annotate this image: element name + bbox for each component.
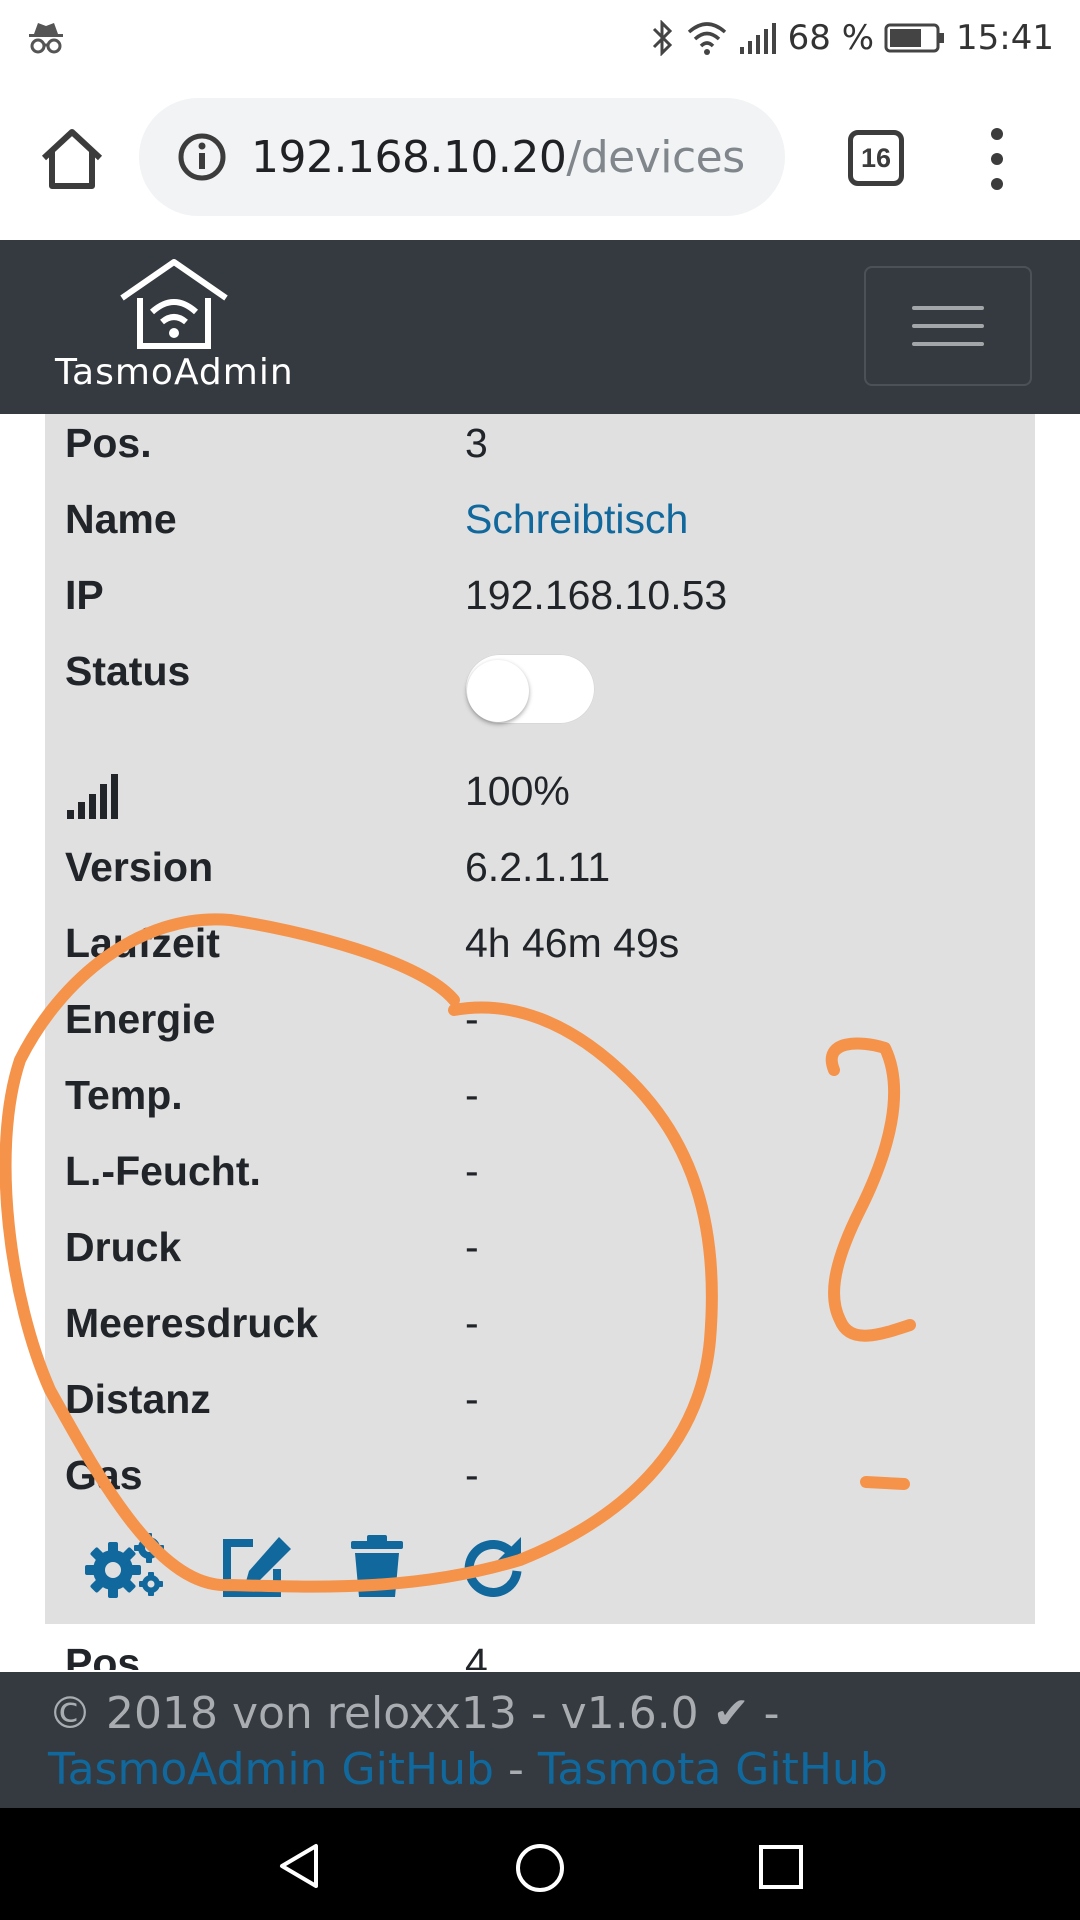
recent-apps-icon[interactable] [758, 1844, 804, 1890]
label-version: Version [65, 844, 214, 890]
row-uptime: Laufzeit 4h 46m 49s [65, 920, 1015, 980]
browser-menu-icon[interactable] [982, 128, 1012, 190]
back-icon[interactable] [276, 1842, 324, 1890]
wifi-icon [687, 22, 726, 55]
value-distance: - [465, 1376, 479, 1422]
value-sea-pressure: - [465, 1300, 479, 1346]
bluetooth-icon [652, 20, 672, 56]
value-version: 6.2.1.11 [465, 844, 611, 890]
label-sea-pressure: Meeresdruck [65, 1300, 318, 1346]
label-pos: Pos. [65, 420, 152, 466]
label-energy: Energie [65, 996, 216, 1042]
label-distance: Distanz [65, 1376, 211, 1422]
browser-toolbar: 192.168.10.20/devices 16 [0, 76, 1080, 240]
status-bar: 68 % 15:41 [0, 0, 1080, 76]
page-footer: © 2018 von reloxx13 - v1.6.0 ✔ - TasmoAd… [0, 1672, 1080, 1808]
hamburger-menu-button[interactable] [864, 266, 1032, 386]
row-signal: 100% [65, 768, 1015, 828]
edit-icon[interactable] [219, 1533, 295, 1599]
incognito-icon [29, 23, 63, 54]
battery-percent: 68 % [787, 18, 875, 58]
label-uptime: Laufzeit [65, 920, 220, 966]
home-circle-icon[interactable] [514, 1842, 566, 1894]
row-pos: Pos. 3 [65, 420, 1015, 480]
label-ip: IP [65, 572, 104, 618]
battery-icon [884, 23, 945, 53]
value-pressure: - [465, 1224, 479, 1270]
value-next-pos: 4 [465, 1640, 488, 1670]
row-version: Version 6.2.1.11 [65, 844, 1015, 904]
home-icon[interactable] [38, 126, 106, 190]
app-navbar: TasmoAdmin [0, 240, 1080, 414]
row-name: Name Schreibtisch [65, 496, 1015, 556]
value-ip: 192.168.10.53 [465, 572, 728, 618]
url-host: 192.168.10.20 [251, 131, 567, 183]
address-bar[interactable]: 192.168.10.20/devices [139, 98, 785, 216]
row-status: Status [65, 648, 1015, 744]
value-uptime: 4h 46m 49s [465, 920, 680, 966]
value-signal: 100% [465, 768, 570, 814]
device-name-link[interactable]: Schreibtisch [465, 496, 688, 543]
footer-separator-2: - [507, 1744, 538, 1795]
system-nav-bar [0, 1808, 1080, 1920]
label-humidity: L.-Feucht. [65, 1148, 261, 1194]
clock: 15:41 [956, 18, 1054, 58]
footer-separator: - [763, 1688, 780, 1739]
brand-logo[interactable]: TasmoAdmin [55, 258, 293, 403]
settings-gears-icon[interactable] [83, 1532, 167, 1600]
url-text: 192.168.10.20/devices [251, 132, 745, 183]
value-energy: - [465, 996, 479, 1042]
row-gas: Gas - [65, 1452, 1015, 1512]
footer-copyright: © 2018 von reloxx13 - v1.6.0 [48, 1688, 699, 1739]
info-icon[interactable] [177, 132, 227, 182]
tab-count: 16 [860, 142, 892, 173]
row-humidity: L.-Feucht. - [65, 1148, 1015, 1208]
label-name: Name [65, 496, 177, 542]
row-energy: Energie - [65, 996, 1015, 1056]
status-toggle[interactable] [465, 654, 595, 724]
value-humidity: - [465, 1148, 479, 1194]
check-icon: ✔ [712, 1688, 750, 1739]
row-distance: Distanz - [65, 1376, 1015, 1436]
label-temp: Temp. [65, 1072, 183, 1118]
row-ip: IP 192.168.10.53 [65, 572, 1015, 632]
brand-name: TasmoAdmin [55, 352, 294, 393]
label-next-pos: Pos [65, 1640, 141, 1670]
restart-sync-icon[interactable] [459, 1533, 525, 1599]
house-wifi-icon [120, 259, 228, 349]
device-actions [83, 1532, 525, 1600]
row-temp: Temp. - [65, 1072, 1015, 1132]
value-pos: 3 [465, 420, 488, 466]
value-gas: - [465, 1452, 479, 1498]
url-path: /devices [566, 131, 745, 183]
signal-icon [739, 23, 776, 54]
row-pressure: Druck - [65, 1224, 1015, 1284]
label-pressure: Druck [65, 1224, 182, 1270]
label-gas: Gas [65, 1452, 143, 1498]
label-status: Status [65, 648, 191, 694]
tasmoadmin-github-link[interactable]: TasmoAdmin GitHub [48, 1744, 494, 1795]
tab-switcher-button[interactable]: 16 [848, 130, 904, 186]
tasmota-github-link[interactable]: Tasmota GitHub [538, 1744, 888, 1795]
next-device-row: Pos 4 [65, 1640, 1015, 1670]
row-sea-pressure: Meeresdruck - [65, 1300, 1015, 1360]
delete-trash-icon[interactable] [347, 1533, 407, 1599]
value-temp: - [465, 1072, 479, 1118]
signal-strength-icon [67, 774, 118, 819]
device-card: Pos. 3 Name Schreibtisch IP 192.168.10.5… [45, 414, 1035, 1624]
